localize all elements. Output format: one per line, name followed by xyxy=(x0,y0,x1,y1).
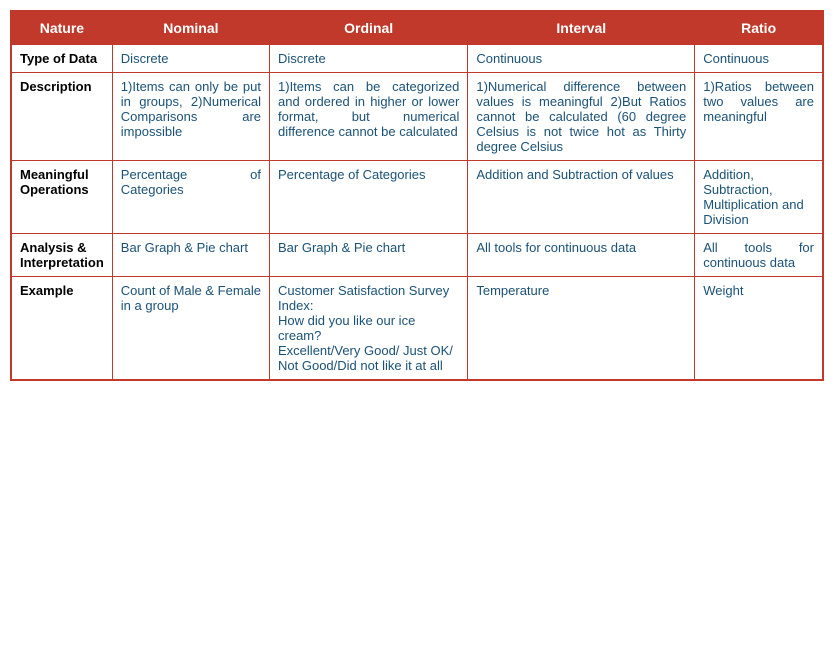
header-interval: Interval xyxy=(468,11,695,45)
main-table-wrapper: Nature Nominal Ordinal Interval Ratio Ty… xyxy=(10,10,824,381)
table-row: Type of Data Discrete Discrete Continuou… xyxy=(11,45,823,73)
row-interval-example: Temperature xyxy=(468,277,695,381)
header-ratio: Ratio xyxy=(695,11,823,45)
row-ratio-ops: Addition, Subtraction, Multiplication an… xyxy=(695,161,823,234)
row-label-type: Type of Data xyxy=(11,45,112,73)
row-ordinal-analysis: Bar Graph & Pie chart xyxy=(270,234,468,277)
row-interval-desc: 1)Numerical difference between values is… xyxy=(468,73,695,161)
row-label-ops: MeaningfulOperations xyxy=(11,161,112,234)
table-row: MeaningfulOperations Percentage of Categ… xyxy=(11,161,823,234)
row-interval-ops: Addition and Subtraction of values xyxy=(468,161,695,234)
row-label-desc: Description xyxy=(11,73,112,161)
row-label-example: Example xyxy=(11,277,112,381)
row-ratio-analysis: All tools for continuous data xyxy=(695,234,823,277)
row-nominal-example: Count of Male & Female in a group xyxy=(112,277,269,381)
table-row: Analysis &Interpretation Bar Graph & Pie… xyxy=(11,234,823,277)
row-ordinal-desc: 1)Items can be categorized and ordered i… xyxy=(270,73,468,161)
row-ordinal-ops: Percentage of Categories xyxy=(270,161,468,234)
row-nominal-desc: 1)Items can only be put in groups, 2)Num… xyxy=(112,73,269,161)
row-label-analysis: Analysis &Interpretation xyxy=(11,234,112,277)
row-interval-analysis: All tools for continuous data xyxy=(468,234,695,277)
row-interval-type: Continuous xyxy=(468,45,695,73)
row-nominal-ops: Percentage of Categories xyxy=(112,161,269,234)
row-nominal-type: Discrete xyxy=(112,45,269,73)
row-ratio-example: Weight xyxy=(695,277,823,381)
header-nominal: Nominal xyxy=(112,11,269,45)
row-ratio-desc: 1)Ratios between two values are meaningf… xyxy=(695,73,823,161)
ordinal-example-text: Customer Satisfaction Survey Index:How d… xyxy=(278,283,453,373)
table-row: Example Count of Male & Female in a grou… xyxy=(11,277,823,381)
table-row: Description 1)Items can only be put in g… xyxy=(11,73,823,161)
data-table: Nature Nominal Ordinal Interval Ratio Ty… xyxy=(10,10,824,381)
row-ordinal-type: Discrete xyxy=(270,45,468,73)
header-ordinal: Ordinal xyxy=(270,11,468,45)
row-ordinal-example: Customer Satisfaction Survey Index:How d… xyxy=(270,277,468,381)
row-nominal-analysis: Bar Graph & Pie chart xyxy=(112,234,269,277)
header-nature: Nature xyxy=(11,11,112,45)
row-ratio-type: Continuous xyxy=(695,45,823,73)
